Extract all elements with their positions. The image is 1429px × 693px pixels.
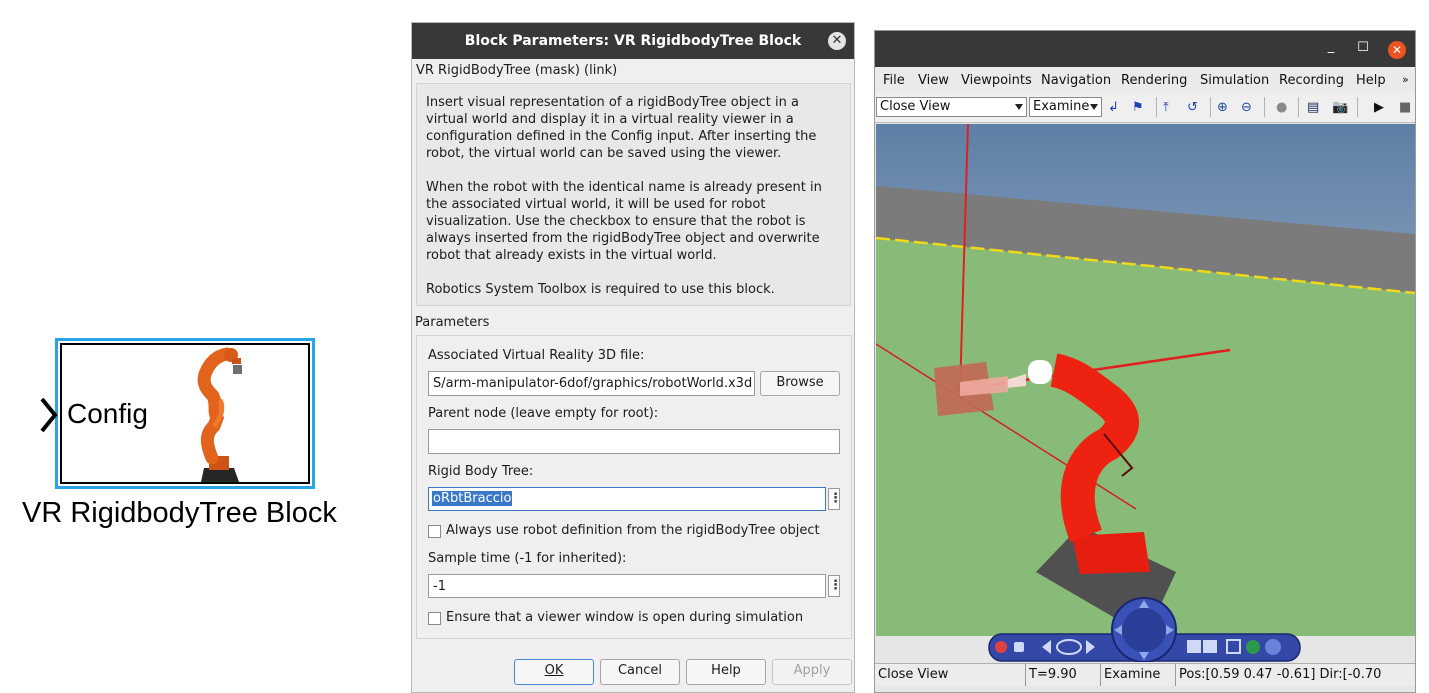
parent-node-label: Parent node (leave empty for root): (428, 406, 659, 421)
sample-time-label: Sample time (-1 for inherited): (428, 551, 627, 566)
rigid-body-tree-input[interactable]: oRbtBraccio (428, 487, 826, 511)
viewer-title-bar[interactable]: _ ☐ ✕ (875, 31, 1415, 67)
viewer-status-bar: Close View T=9.90 Examine Pos:[0.59 0.47… (875, 663, 1415, 686)
description-line: robot, the virtual world can be saved us… (426, 146, 782, 161)
description-line: Insert visual representation of a rigidB… (426, 95, 799, 110)
description-line: always inserted from the rigidBodyTree o… (426, 231, 820, 246)
menu-rendering[interactable]: Rendering (1121, 73, 1187, 88)
input-port-arrow-icon[interactable] (38, 396, 60, 434)
menu-help[interactable]: Help (1356, 73, 1386, 88)
description-line: visualization. Use the checkbox to ensur… (426, 214, 806, 229)
sample-time-more-icon[interactable]: ⋮ (828, 575, 842, 597)
sample-time-input[interactable]: -1 (428, 574, 826, 598)
menu-view[interactable]: View (918, 73, 949, 88)
robot-lower-body (1072, 532, 1150, 574)
viewer-toolbar: Close View Examine ↲ ⚑ ⤒ ↺ ⊕ ⊖ ● ▤ 📷 ▶ ■ (875, 92, 1415, 123)
viewpoint-select-value: Close View (880, 99, 951, 114)
navigation-select-value: Examine (1033, 99, 1090, 114)
parameters-panel: Associated Virtual Reality 3D file: S/ar… (416, 335, 852, 639)
navigation-panel[interactable] (987, 596, 1302, 662)
zoom-in-icon[interactable]: ⊕ (1217, 100, 1228, 115)
viewer-menu-bar: File View Viewpoints Navigation Renderin… (875, 67, 1415, 93)
menu-recording[interactable]: Recording (1279, 73, 1344, 88)
description-line: robot that already exists in the virtual… (426, 248, 717, 263)
ok-button-label: OK (544, 663, 564, 678)
description-line: Robotics System Toolbox is required to u… (426, 282, 775, 297)
always-use-checkbox[interactable] (428, 525, 441, 538)
vr-scene-canvas[interactable] (876, 124, 1415, 636)
cancel-button-label: Cancel (617, 663, 663, 678)
parameters-section-label: Parameters (415, 315, 490, 330)
record-icon[interactable]: ● (1276, 100, 1287, 115)
parent-node-input[interactable] (428, 429, 840, 454)
status-viewpoint: Close View (878, 667, 949, 682)
description-line: the associated virtual world, it will be… (426, 197, 766, 212)
viewpoint-select[interactable]: Close View (876, 97, 1027, 117)
close-icon[interactable]: ✕ (828, 32, 846, 50)
browse-button[interactable]: Browse (760, 371, 840, 396)
status-position: Pos:[0.59 0.47 -0.61] Dir:[-0.70 (1179, 667, 1382, 682)
vr-viewer-window: _ ☐ ✕ File View Viewpoints Navigation Re… (874, 30, 1416, 693)
robot-arm-icon (197, 347, 242, 482)
return-viewpoint-icon[interactable]: ↲ (1108, 100, 1119, 115)
straighten-up-icon[interactable]: ⤒ (1163, 100, 1169, 115)
menu-viewpoints[interactable]: Viewpoints (961, 73, 1032, 88)
node-list-icon[interactable]: ▤ (1307, 100, 1319, 115)
menu-navigation[interactable]: Navigation (1041, 73, 1111, 88)
mask-label: VR RigidBodyTree (mask) (link) (416, 63, 618, 78)
vr-file-label: Associated Virtual Reality 3D file: (428, 348, 645, 363)
description-line: When the robot with the identical name i… (426, 180, 822, 195)
status-mode: Examine (1104, 667, 1161, 682)
menu-overflow-icon[interactable]: » (1402, 73, 1409, 86)
stop-icon[interactable]: ■ (1399, 100, 1411, 115)
rigid-body-tree-more-icon[interactable]: ⋮ (828, 488, 842, 510)
vr-file-input[interactable]: S/arm-manipulator-6dof/graphics/robotWor… (428, 371, 755, 396)
menu-simulation[interactable]: Simulation (1200, 73, 1269, 88)
navigation-select[interactable]: Examine (1029, 97, 1102, 117)
description-line: virtual world and display it in a virtua… (426, 112, 794, 127)
apply-button[interactable]: Apply (772, 659, 852, 685)
description-panel: Insert visual representation of a rigidB… (416, 83, 851, 306)
robot-wrist (1028, 360, 1052, 384)
camera-icon[interactable]: 📷 (1332, 100, 1348, 115)
block-name[interactable]: VR RigidbodyTree Block (22, 497, 337, 530)
rigid-body-tree-label: Rigid Body Tree: (428, 464, 534, 479)
maximize-icon[interactable]: ☐ (1355, 40, 1371, 55)
always-use-label: Always use robot definition from the rig… (446, 523, 820, 538)
description-line: configuration defined in the Config inpu… (426, 129, 817, 144)
zoom-out-icon[interactable]: ⊖ (1241, 100, 1252, 115)
undo-move-icon[interactable]: ↺ (1187, 100, 1198, 115)
play-icon[interactable]: ▶ (1374, 100, 1384, 115)
status-time: T=9.90 (1029, 667, 1077, 682)
flag-icon[interactable]: ⚑ (1132, 100, 1144, 115)
apply-button-label: Apply (793, 663, 831, 678)
ensure-viewer-checkbox[interactable] (428, 612, 441, 625)
close-icon[interactable]: ✕ (1388, 41, 1406, 59)
dialog-title: Block Parameters: VR RigidbodyTree Block (464, 33, 802, 49)
help-button-label: Help (711, 663, 741, 678)
block-port-label: Config (67, 398, 148, 429)
menu-file[interactable]: File (883, 73, 905, 88)
rigid-body-tree-value: oRbtBraccio (432, 491, 513, 506)
ensure-viewer-label: Ensure that a viewer window is open duri… (446, 610, 804, 625)
cancel-button[interactable]: Cancel (600, 659, 680, 685)
minimize-icon[interactable]: _ (1323, 39, 1339, 54)
block-parameters-dialog: Block Parameters: VR RigidbodyTree Block… (411, 22, 855, 693)
help-button[interactable]: Help (686, 659, 766, 685)
dialog-title-bar[interactable]: Block Parameters: VR RigidbodyTree Block… (412, 23, 854, 59)
ok-button[interactable]: OK (514, 659, 594, 685)
